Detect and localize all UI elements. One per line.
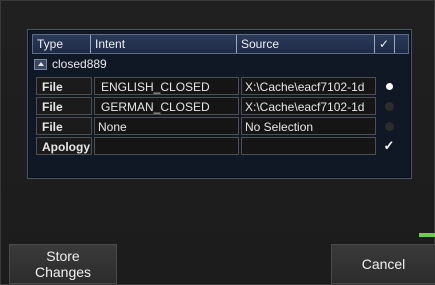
- collapse-triangle-icon[interactable]: [34, 58, 47, 70]
- cancel-button[interactable]: Cancel: [331, 244, 435, 284]
- header-intent[interactable]: Intent: [91, 35, 237, 53]
- store-changes-label: Store Changes: [34, 248, 92, 280]
- group-label: closed889: [52, 57, 107, 71]
- table-row[interactable]: File ENGLISH_CLOSED X:\Cache\eacf7102-1d: [36, 77, 400, 95]
- row-intent[interactable]: [94, 137, 239, 155]
- row-source[interactable]: No Selection: [241, 117, 376, 135]
- table-header: Type Intent Source ✓: [32, 34, 409, 54]
- status-accent-bar: [419, 233, 435, 237]
- intent-table-panel: Type Intent Source ✓ closed889 File ENGL…: [27, 29, 412, 179]
- radio-unselected-icon: [384, 121, 394, 131]
- row-source[interactable]: X:\Cache\eacf7102-1d: [241, 77, 376, 95]
- header-type[interactable]: Type: [33, 35, 91, 53]
- row-intent[interactable]: GERMAN_CLOSED: [94, 97, 239, 115]
- table-row[interactable]: Apology ✓: [36, 137, 400, 155]
- table-row[interactable]: File None No Selection: [36, 117, 400, 135]
- row-select-radio[interactable]: [378, 97, 400, 115]
- row-intent[interactable]: None: [94, 117, 239, 135]
- store-changes-button[interactable]: Store Changes: [9, 244, 117, 284]
- table-row[interactable]: File GERMAN_CLOSED X:\Cache\eacf7102-1d: [36, 97, 400, 115]
- radio-selected-icon: [385, 82, 393, 90]
- row-source[interactable]: [241, 137, 376, 155]
- cancel-label: Cancel: [361, 256, 406, 272]
- checkmark-icon: ✓: [383, 138, 395, 153]
- radio-unselected-icon: [384, 101, 394, 111]
- header-source[interactable]: Source: [237, 35, 375, 53]
- row-type: File: [36, 117, 92, 135]
- row-type: Apology: [36, 137, 92, 155]
- row-type: File: [36, 77, 92, 95]
- header-spacer: [395, 35, 408, 53]
- dialog-frame: Type Intent Source ✓ closed889 File ENGL…: [0, 0, 435, 285]
- row-type: File: [36, 97, 92, 115]
- header-check[interactable]: ✓: [375, 35, 395, 53]
- group-row[interactable]: closed889: [34, 56, 107, 72]
- row-checkbox[interactable]: ✓: [378, 137, 400, 155]
- row-select-radio[interactable]: [378, 77, 400, 95]
- row-intent[interactable]: ENGLISH_CLOSED: [94, 77, 239, 95]
- row-source[interactable]: X:\Cache\eacf7102-1d: [241, 97, 376, 115]
- row-select-radio[interactable]: [378, 117, 400, 135]
